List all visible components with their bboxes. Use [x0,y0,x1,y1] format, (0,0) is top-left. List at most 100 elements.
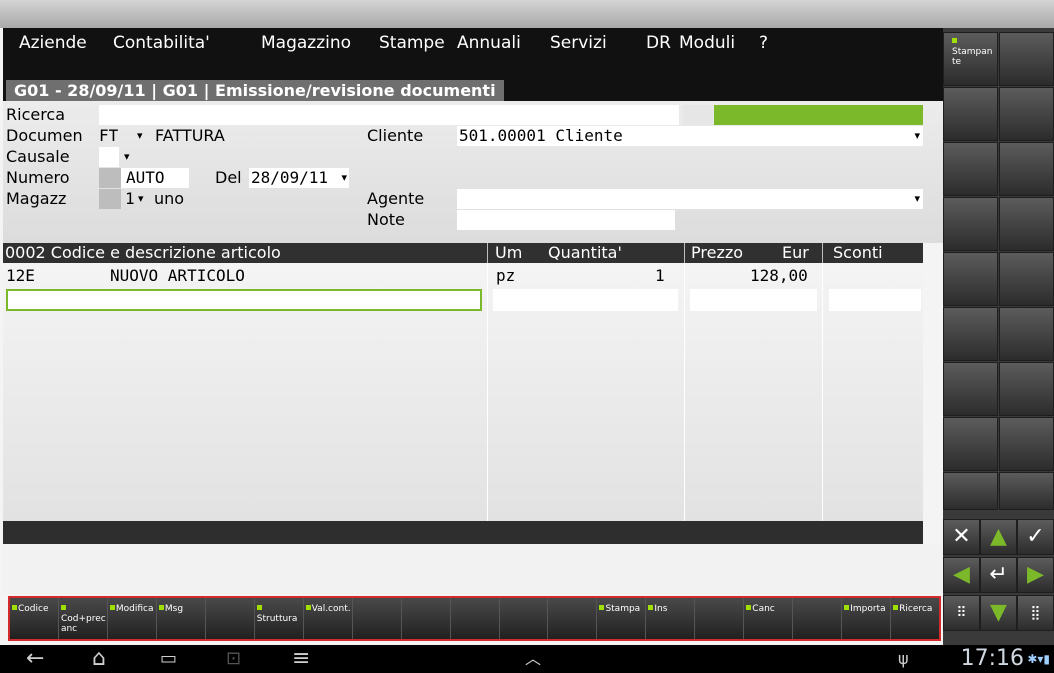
window-title: G01 - 28/09/11 | G01 | Emissione/revisio… [6,80,504,102]
row-price: 128,00 [750,266,808,285]
numero-prefix [99,168,121,188]
new-row-price-input[interactable] [690,289,817,311]
fkey-empty[interactable] [548,598,598,639]
menu-icon[interactable]: ≡ [292,645,310,673]
side-key[interactable] [999,252,1054,306]
fkey-ins[interactable]: Ins [646,598,696,639]
fkey-importa[interactable]: Importa [842,598,892,639]
agente-dropdown-icon[interactable]: ▾ [914,189,920,209]
header-eur: Eur [782,243,809,262]
menu-contabilita[interactable]: Contabilita' [113,33,210,53]
home-icon[interactable]: ⌂ [92,645,106,673]
del-date-value: 28/09/11 [251,168,329,187]
row-description: NUOVO ARTICOLO [110,266,245,285]
cliente-field[interactable]: 501.00001 Cliente ▾ [457,126,923,146]
menu-aziende[interactable]: Aziende [19,33,87,53]
menu-magazzino[interactable]: Magazzino [261,33,351,53]
arrow-down-icon[interactable]: ▼ [980,595,1017,631]
causale-input[interactable] [99,147,119,167]
keyboard-icon[interactable]: ⣿ [1017,595,1054,631]
agente-field[interactable]: ▾ [457,189,923,209]
fkey-msg[interactable]: Msg [156,598,206,639]
side-key[interactable] [943,252,998,306]
document-header-form: Ricerca Documen FT ▾ FATTURA Cliente 501… [3,101,943,243]
fkey-val-cont[interactable]: Val.cont. [303,598,353,639]
numero-label: Numero [6,168,70,187]
del-date-input[interactable]: 28/09/11 ▾ [249,168,349,188]
fkey-empty[interactable] [695,598,745,639]
side-key[interactable] [943,472,998,510]
keypad-icon[interactable]: ⠿ [943,595,980,631]
documento-dropdown-icon[interactable]: ▾ [137,126,143,146]
header-sconti: Sconti [833,243,883,262]
screenshot-icon[interactable]: ⊡ [226,645,241,673]
enter-icon[interactable]: ↵ [980,557,1017,593]
grid-footer-bar [3,521,923,544]
fkey-empty[interactable] [401,598,451,639]
new-row-sconti-input[interactable] [829,289,921,311]
numero-input[interactable]: AUTO [121,168,189,188]
side-key[interactable] [943,307,998,361]
header-codice: 0002 Codice e descrizione articolo [5,243,281,262]
causale-dropdown-icon[interactable]: ▾ [124,147,130,167]
side-key[interactable] [943,417,998,471]
side-key[interactable] [943,197,998,251]
fkey-modifica[interactable]: Modifica [107,598,157,639]
key-indicator-icon [60,605,66,610]
fkey-empty[interactable] [352,598,402,639]
new-row-qty-input[interactable] [493,289,678,311]
menu-moduli[interactable]: Moduli [679,33,735,53]
side-key[interactable] [999,362,1054,416]
side-key[interactable] [999,87,1054,141]
del-dropdown-icon[interactable]: ▾ [341,168,347,188]
magazzino-dropdown-icon[interactable]: ▾ [138,189,144,209]
stampante-button[interactable]: Stampan te [943,32,998,86]
side-key[interactable] [943,362,998,416]
chevron-up-icon[interactable]: ︿ [525,645,541,673]
header-separator [822,243,823,263]
note-input[interactable] [457,210,675,230]
ricerca-label: Ricerca [6,105,66,124]
window-top-strip [0,0,1054,28]
fkey-stampa[interactable]: Stampa [597,598,647,639]
back-icon[interactable]: ← [26,645,44,673]
key-indicator-icon [256,605,262,610]
magazzino-desc: uno [154,189,185,208]
fkey-codice[interactable]: Codice [10,598,59,639]
fkey-empty[interactable] [499,598,549,639]
key-indicator-icon [109,605,115,610]
menu-stampe[interactable]: Stampe [379,33,445,53]
arrow-left-icon[interactable]: ◀ [943,557,980,593]
menu-servizi[interactable]: Servizi [550,33,607,53]
del-label: Del [215,168,242,187]
menu-dr[interactable]: DR [646,33,671,53]
side-key[interactable] [999,32,1054,86]
arrow-right-icon[interactable]: ▶ [1017,557,1054,593]
menu-annuali[interactable]: Annuali [457,33,521,53]
side-key[interactable] [999,307,1054,361]
side-key[interactable] [999,417,1054,471]
fkey-empty[interactable] [793,598,843,639]
checkmark-icon[interactable]: ✓ [1017,519,1054,555]
side-key[interactable] [943,87,998,141]
side-key[interactable] [999,197,1054,251]
fkey-empty[interactable] [205,598,255,639]
fkey-struttura[interactable]: Struttura [254,598,304,639]
arrow-up-icon[interactable]: ▲ [980,519,1017,555]
recent-apps-icon[interactable]: ▭ [160,645,177,673]
fkey-empty[interactable] [450,598,500,639]
magazzino-value[interactable]: 1 [125,189,135,209]
fkey-cod-prec[interactable]: Cod+prec anc [58,598,108,639]
cliente-dropdown-icon[interactable]: ▾ [914,126,920,146]
close-icon[interactable]: ✕ [943,519,980,555]
menu-help[interactable]: ? [759,33,768,53]
ricerca-input[interactable] [99,105,679,125]
key-indicator-icon [952,38,957,43]
side-key[interactable] [999,472,1054,510]
new-row-code-input[interactable] [6,289,482,311]
documento-code[interactable]: FT [99,126,118,146]
side-key[interactable] [943,142,998,196]
fkey-ricerca[interactable]: Ricerca [891,598,940,639]
side-key[interactable] [999,142,1054,196]
fkey-canc[interactable]: Canc [744,598,794,639]
